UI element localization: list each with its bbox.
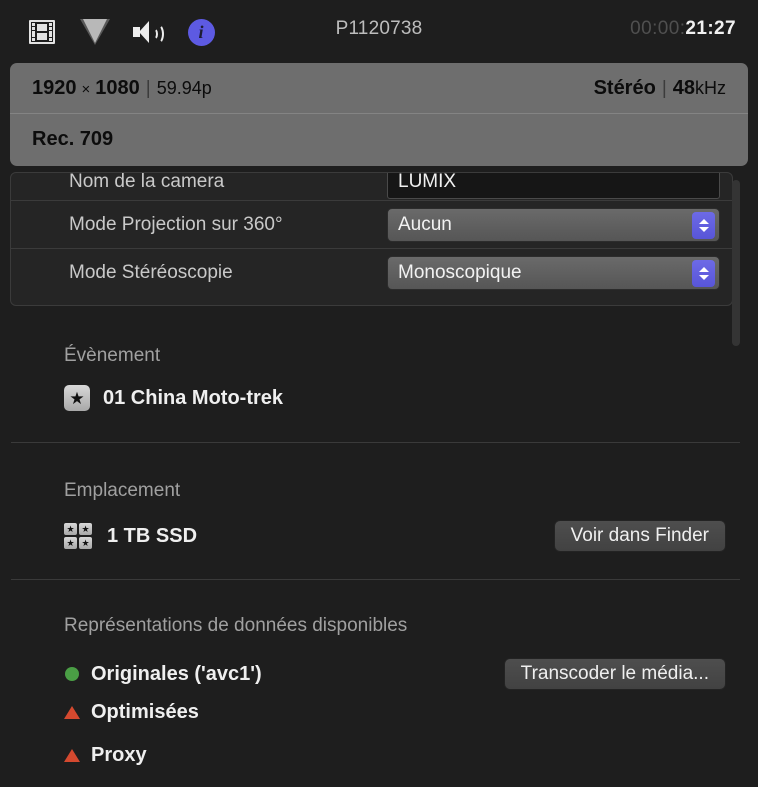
projection-mode-value: Aucun	[398, 213, 452, 235]
label-stereoscopic-mode: Mode Stéréoscopie	[69, 262, 233, 283]
video-format-summary: 1920 × 1080 | 59.94p	[32, 77, 212, 100]
dimension-separator-icon: ×	[81, 80, 91, 98]
metadata-form-panel: Nom de la camera LUMIX Mode Projection s…	[10, 172, 733, 306]
camera-name-input[interactable]: LUMIX	[387, 173, 720, 199]
red-triangle-icon	[64, 749, 80, 762]
form-row-stereoscopic-mode: Mode Stéréoscopie Monoscopique	[11, 249, 732, 297]
summary-row-colorspace: Rec. 709	[10, 114, 748, 165]
frame-rate: 59.94p	[156, 77, 212, 98]
status-indicator-missing	[64, 706, 80, 719]
sample-rate-value: 48	[672, 76, 695, 99]
form-scrollbar[interactable]	[732, 180, 740, 346]
location-name: 1 TB SSD	[107, 524, 198, 547]
frame-width: 1920	[32, 76, 77, 99]
timecode-active: 21:27	[685, 18, 736, 39]
stereoscopic-mode-value: Monoscopique	[398, 262, 522, 283]
audio-format-summary: Stéréo | 48 kHz	[594, 77, 726, 100]
library-icon: ★ ★ ★ ★	[64, 523, 94, 549]
inspector-toolbar: i P1120738 00:00:21:27	[0, 0, 758, 64]
location-section-title: Emplacement	[64, 480, 181, 501]
stereoscopic-mode-select[interactable]: Monoscopique	[387, 256, 720, 290]
reveal-in-finder-button[interactable]: Voir dans Finder	[553, 520, 726, 552]
library-icon-cell: ★	[64, 537, 77, 549]
library-icon-cell: ★	[79, 537, 92, 549]
section-divider	[11, 579, 740, 580]
status-indicator-available	[64, 667, 80, 681]
color-space: Rec. 709	[32, 128, 114, 150]
red-triangle-icon	[64, 706, 80, 719]
location-section: Emplacement ★ ★ ★ ★ 1 TB SSD Voir dans F…	[0, 480, 758, 552]
status-indicator-missing	[64, 749, 80, 762]
library-icon-cell: ★	[64, 523, 77, 535]
media-rep-label: Proxy	[91, 744, 147, 766]
media-rep-row-optimized: Optimisées	[0, 691, 758, 734]
media-rep-label: Originales ('avc1')	[91, 662, 262, 685]
location-row: ★ ★ ★ ★ 1 TB SSD Voir dans Finder	[0, 520, 758, 552]
projection-mode-select[interactable]: Aucun	[387, 207, 720, 242]
label-camera-name: Nom de la camera	[69, 172, 225, 192]
transcode-media-button[interactable]: Transcoder le média...	[503, 658, 726, 690]
summary-row-format: 1920 × 1080 | 59.94p Stéréo | 48 kHz	[10, 63, 748, 114]
event-section: Évènement ★ 01 China Moto-trek	[0, 345, 758, 411]
label-projection-mode: Mode Projection sur 360°	[69, 213, 283, 235]
event-name: 01 China Moto-trek	[103, 386, 284, 409]
green-dot-icon	[65, 667, 79, 681]
frame-height: 1080	[95, 76, 140, 99]
event-row[interactable]: ★ 01 China Moto-trek	[0, 385, 758, 411]
timecode-display: 00:00:21:27	[630, 18, 736, 40]
audio-divider: |	[661, 77, 667, 99]
form-row-projection-mode: Mode Projection sur 360° Aucun	[11, 201, 732, 249]
form-row-camera-name: Nom de la camera LUMIX	[11, 172, 732, 201]
media-representations-section: Représentations de données disponibles O…	[0, 615, 758, 777]
chevron-updown-icon[interactable]	[692, 260, 715, 287]
inspector-window: i P1120738 00:00:21:27 1920 × 1080 | 59.…	[0, 0, 758, 787]
media-rep-label: Optimisées	[91, 701, 199, 723]
media-summary-panel: 1920 × 1080 | 59.94p Stéréo | 48 kHz Rec…	[10, 63, 748, 166]
media-representations-title: Représentations de données disponibles	[64, 615, 408, 636]
media-rep-row-proxy: Proxy	[0, 734, 758, 777]
section-divider	[11, 442, 740, 443]
chevron-updown-icon[interactable]	[692, 211, 715, 239]
audio-channels: Stéréo	[593, 76, 656, 99]
library-icon-cell: ★	[79, 523, 92, 535]
timecode-leading: 00:00:	[630, 18, 686, 39]
format-divider: |	[145, 77, 151, 99]
star-icon: ★	[64, 385, 90, 411]
event-section-title: Évènement	[64, 345, 161, 366]
sample-rate-unit: kHz	[695, 77, 726, 98]
